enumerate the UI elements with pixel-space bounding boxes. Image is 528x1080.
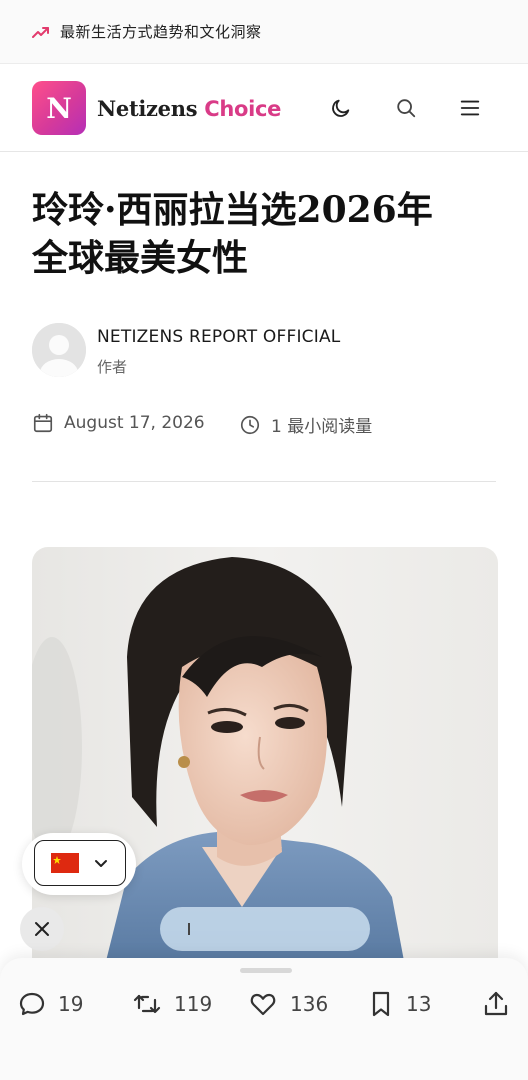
brand-accent: Choice	[204, 97, 282, 121]
comment-button[interactable]: 19	[18, 990, 83, 1018]
search-button[interactable]	[393, 95, 419, 121]
trend-tagline[interactable]: 最新生活方式趋势和文化洞察	[60, 21, 262, 42]
article-title: 玲玲·西丽拉当选2026年 全球最美女性	[32, 186, 502, 282]
repost-icon	[133, 994, 161, 1014]
meta-divider	[32, 481, 496, 482]
site-header: N Netizens Choice	[0, 65, 528, 152]
default-avatar-icon	[32, 323, 86, 377]
menu-icon	[460, 100, 480, 116]
text-cursor	[188, 923, 190, 935]
search-icon	[397, 99, 416, 118]
reading-time-text: 1 最小阅读量	[271, 417, 373, 437]
bookmark-count: 13	[406, 992, 432, 1016]
brand-name[interactable]: Netizens Choice	[97, 96, 281, 121]
share-button[interactable]	[482, 990, 522, 1018]
author-role: 作者	[97, 358, 128, 376]
china-flag-icon	[51, 853, 79, 873]
top-trend-bar: 最新生活方式趋势和文化洞察	[0, 0, 528, 64]
engagement-action-bar: 19 119 136 13	[0, 958, 528, 1080]
site-logo[interactable]: N	[32, 81, 86, 135]
title-line-1: 玲玲·西丽拉当选2026年	[32, 189, 433, 231]
author-name[interactable]: NETIZENS REPORT OFFICIAL	[97, 327, 340, 347]
floating-input-pill[interactable]	[160, 907, 370, 951]
close-button[interactable]	[20, 907, 64, 951]
publish-date: August 17, 2026	[32, 412, 205, 434]
trending-up-icon	[32, 26, 49, 38]
dark-mode-toggle[interactable]	[328, 95, 354, 121]
reading-time: 1 最小阅读量	[239, 412, 372, 437]
close-icon	[35, 922, 49, 936]
clock-icon	[240, 415, 260, 434]
repost-count: 119	[174, 992, 213, 1016]
bookmark-icon	[372, 991, 390, 1017]
repost-button[interactable]: 119	[132, 990, 212, 1018]
menu-button[interactable]	[457, 95, 483, 121]
share-icon	[484, 991, 508, 1016]
title-line-2: 全球最美女性	[32, 237, 249, 279]
calendar-icon	[33, 413, 53, 433]
drag-handle[interactable]	[240, 968, 292, 973]
chevron-down-icon	[95, 860, 107, 867]
bookmark-button[interactable]: 13	[368, 990, 431, 1018]
heart-icon	[250, 993, 276, 1016]
like-count: 136	[290, 992, 329, 1016]
logo-letter: N	[46, 91, 72, 125]
moon-icon	[332, 99, 350, 117]
brand-main: Netizens	[97, 96, 198, 121]
language-switcher[interactable]	[22, 833, 136, 895]
language-select[interactable]	[34, 840, 126, 886]
date-text: August 17, 2026	[64, 413, 205, 433]
comment-icon	[19, 992, 45, 1016]
like-button[interactable]: 136	[248, 990, 328, 1018]
author-avatar[interactable]	[32, 323, 86, 377]
comment-count: 19	[58, 992, 84, 1016]
